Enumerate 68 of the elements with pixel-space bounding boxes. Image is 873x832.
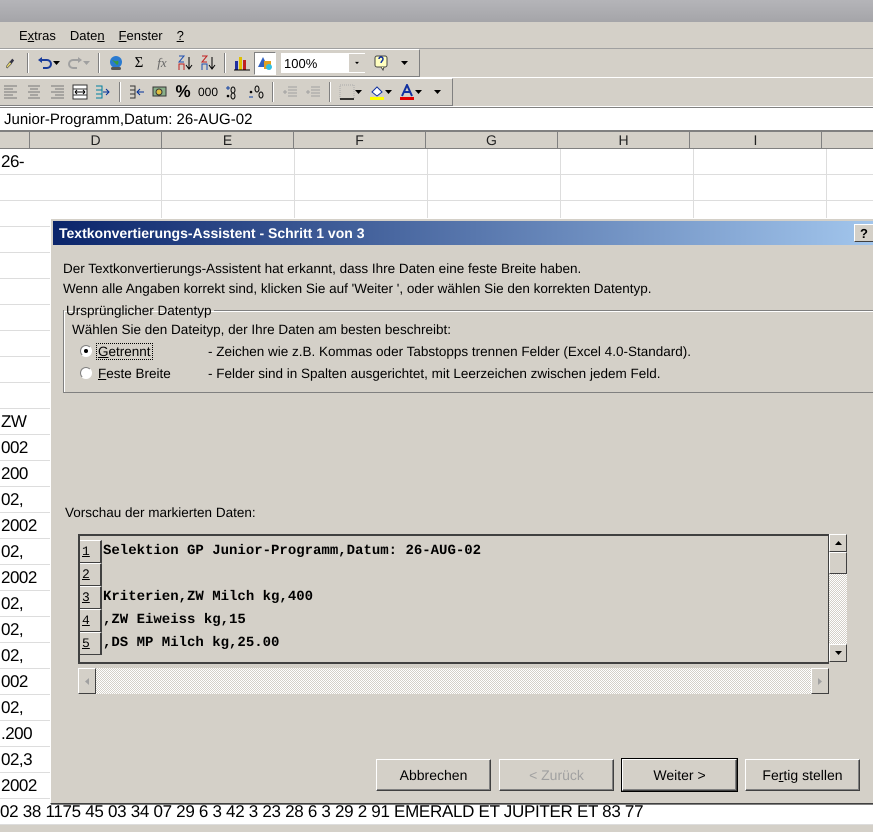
dialog-button[interactable]: Abbrechen <box>376 759 491 791</box>
menu-item[interactable]: ? <box>172 26 189 44</box>
help-icon <box>373 55 389 71</box>
caret-icon <box>415 90 422 94</box>
merge-cells-icon <box>72 84 88 100</box>
decimal-decrease-icon <box>248 84 264 100</box>
thousands-button[interactable]: 000 <box>195 80 222 104</box>
table-cell: 26- <box>0 149 162 174</box>
drawing-button[interactable] <box>254 52 276 74</box>
font-color-icon <box>399 84 416 100</box>
scroll-thumb[interactable] <box>829 552 847 574</box>
scroll-left-button[interactable] <box>78 668 96 694</box>
arrow-left-icon <box>129 84 145 100</box>
caret-icon <box>53 61 60 65</box>
scroll-down-button[interactable] <box>829 644 847 662</box>
shapes-icon <box>257 55 273 71</box>
arrow-left-icon <box>85 678 89 684</box>
vertical-scrollbar[interactable] <box>829 534 847 662</box>
sum-button[interactable]: Σ <box>128 52 150 74</box>
menu-item[interactable]: Extras <box>14 26 61 44</box>
arrow-down-icon <box>834 651 842 655</box>
prompt-text: Wählen Sie den Dateityp, der Ihre Daten am besten beschreibt: <box>72 321 452 339</box>
scroll-right-button[interactable] <box>811 668 829 694</box>
arrow-up-icon <box>834 541 842 545</box>
dialog-button[interactable]: Weiter > <box>622 759 737 791</box>
horizontal-scrollbar[interactable] <box>78 668 829 694</box>
caret-icon <box>83 61 90 65</box>
caret-icon <box>355 61 359 65</box>
arrow-right-icon <box>818 678 822 684</box>
sort-ascending-icon <box>177 55 193 71</box>
intro-text: Der Textkonvertierungs-Assistent hat erkannt, dass Ihre Daten eine feste Breite haben. <box>63 260 582 278</box>
scroll-up-button[interactable] <box>829 534 847 552</box>
bar-chart-icon <box>234 55 250 71</box>
redo-icon <box>67 55 83 71</box>
sort-descending-icon <box>200 55 216 71</box>
caret-icon <box>385 90 392 94</box>
caret-icon <box>355 90 362 94</box>
globe-icon <box>108 55 124 71</box>
zoom-combo[interactable]: 100% <box>280 52 366 74</box>
option-description: - Felder sind in Spalten ausgerichtet, mit Leerzeichen zwischen jedem Feld. <box>208 366 660 380</box>
function-button[interactable]: fx <box>151 52 173 74</box>
borders-icon <box>339 84 356 100</box>
percent-button[interactable]: % <box>172 80 194 104</box>
group-title: Ursprünglicher Datentyp <box>65 303 213 318</box>
line-number: 2 <box>80 563 102 586</box>
line-number: 5 <box>80 632 102 655</box>
paint-bucket-icon <box>369 84 386 100</box>
dialog-button[interactable]: Fertig stellen <box>745 759 860 791</box>
option-description: - Zeichen wie z.B. Kommas oder Tabstopps trennen Felder (Excel 4.0-Standard). <box>208 344 691 358</box>
table-cell-text: 02 38 1175 45 03 34 07 29 6 3 42 3 23 28 6 3 29 2 91 EMERALD ET JUPITER ET 83 77 <box>0 801 644 823</box>
line-number: 1 <box>80 540 102 563</box>
line-number: 3 <box>80 586 102 609</box>
line-number: 4 <box>80 609 102 632</box>
radio-option[interactable]: Feste Breite <box>80 364 208 382</box>
formula-bar[interactable]: Junior-Programm,Datum: 26-AUG-02 <box>0 107 873 130</box>
align-left-icon <box>3 84 19 100</box>
dialog-title: Textkonvertierungs-Assistent - Schritt 1 von 3 <box>59 225 366 241</box>
radio-option[interactable]: Getrennt <box>80 342 208 360</box>
menu-item[interactable]: Daten <box>64 26 110 44</box>
align-center-icon <box>26 84 42 100</box>
intro-text: Wenn alle Angaben korrekt sind, klicken Sie auf 'Weiter ', oder wählen Sie den korrekten Datentyp. <box>63 280 652 298</box>
align-right-icon <box>49 84 65 100</box>
arrow-right-icon <box>95 84 111 100</box>
undo-icon <box>37 55 53 71</box>
caret-icon <box>434 90 441 94</box>
caret-icon <box>400 61 408 65</box>
menu-item[interactable]: Fenster <box>114 26 168 44</box>
help-button[interactable]: ? <box>854 224 873 242</box>
